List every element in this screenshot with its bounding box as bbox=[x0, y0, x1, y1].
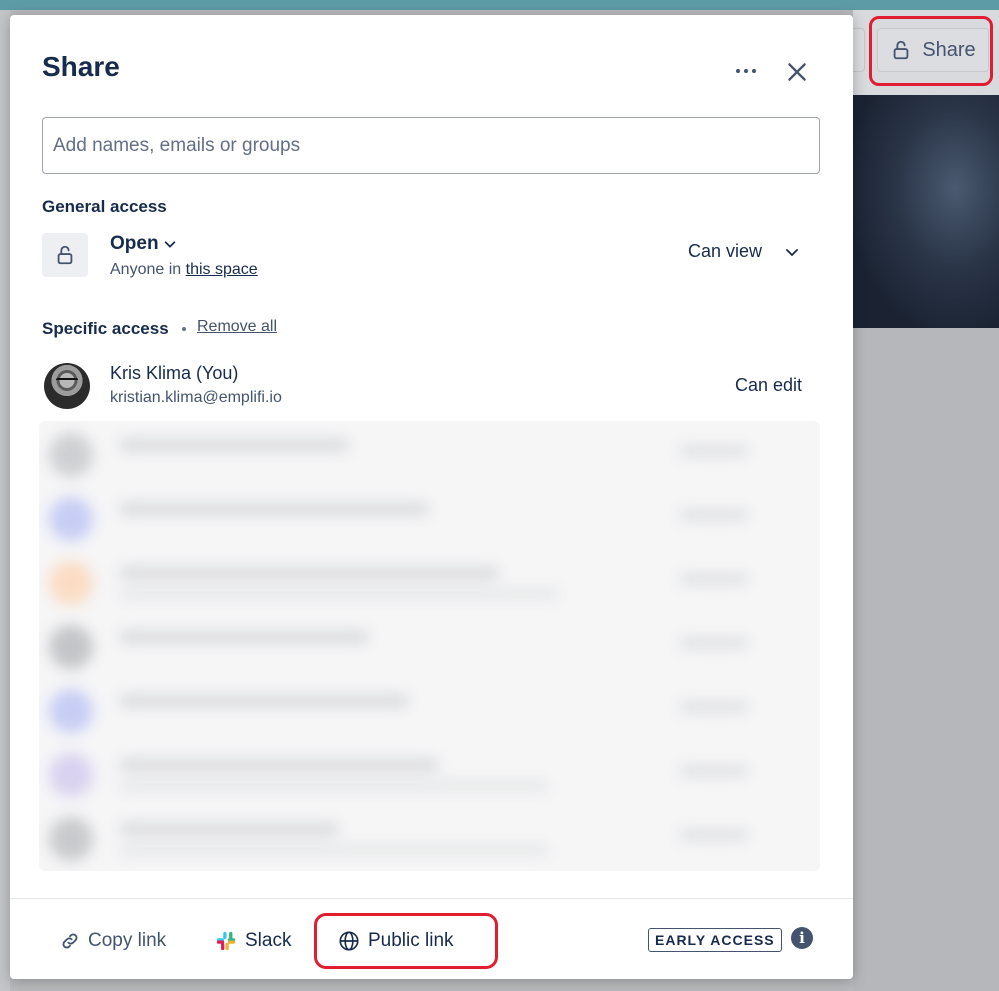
close-icon[interactable] bbox=[784, 59, 810, 85]
access-description: Anyone in this space bbox=[110, 261, 258, 279]
background-page-area bbox=[853, 328, 999, 991]
slack-share-button[interactable]: Slack bbox=[215, 925, 291, 957]
link-icon bbox=[62, 933, 78, 949]
specific-access-heading: Specific access bbox=[42, 319, 169, 338]
copy-link-button[interactable]: Copy link bbox=[60, 925, 166, 957]
share-dialog: Share General access Open Anyone in this… bbox=[10, 15, 853, 979]
slack-label: Slack bbox=[245, 930, 292, 951]
chevron-down-icon bbox=[786, 248, 798, 256]
list-item bbox=[39, 681, 820, 745]
general-permission-dropdown[interactable]: Can view bbox=[688, 241, 800, 262]
share-button-label: Share bbox=[922, 38, 976, 61]
info-icon[interactable]: i bbox=[791, 927, 813, 949]
blurred-user-list bbox=[39, 421, 820, 871]
access-description-prefix: Anyone in bbox=[110, 261, 182, 278]
background-toolbar-edge bbox=[853, 28, 865, 72]
slack-icon bbox=[216, 931, 236, 951]
list-item bbox=[39, 553, 820, 617]
public-link-button[interactable]: Public link bbox=[338, 925, 454, 957]
user-name: Kris Klima (You) bbox=[110, 363, 239, 383]
chevron-down-icon bbox=[164, 241, 175, 248]
unlock-icon bbox=[893, 40, 909, 60]
public-link-label: Public link bbox=[368, 930, 454, 951]
separator-dot bbox=[182, 327, 186, 331]
footer-divider bbox=[10, 898, 853, 899]
background-left-edge bbox=[0, 10, 10, 991]
background-cover-image bbox=[853, 95, 999, 328]
early-access-badge: EARLY ACCESS bbox=[648, 928, 782, 952]
access-level-label: Open bbox=[110, 233, 159, 254]
list-item bbox=[39, 809, 820, 871]
more-options-icon[interactable] bbox=[730, 63, 762, 79]
share-button[interactable]: Share bbox=[877, 28, 989, 72]
access-level-icon-box bbox=[42, 233, 88, 277]
list-item bbox=[39, 617, 820, 681]
list-item bbox=[39, 489, 820, 553]
this-space-link[interactable]: this space bbox=[186, 261, 258, 278]
dialog-title: Share bbox=[42, 51, 120, 82]
unlock-icon bbox=[57, 245, 73, 265]
list-item bbox=[39, 425, 820, 489]
add-people-input[interactable] bbox=[42, 117, 820, 174]
app-top-strip bbox=[0, 0, 999, 10]
general-access-heading: General access bbox=[42, 197, 167, 216]
general-permission-label: Can view bbox=[688, 241, 763, 261]
user-email: kristian.klima@emplifi.io bbox=[110, 389, 282, 406]
list-item bbox=[39, 745, 820, 809]
copy-link-label: Copy link bbox=[88, 930, 167, 951]
user-permission: Can edit bbox=[735, 375, 803, 395]
remove-all-link[interactable]: Remove all bbox=[197, 318, 277, 336]
access-level-dropdown[interactable]: Open bbox=[110, 233, 177, 255]
globe-icon bbox=[339, 931, 359, 951]
avatar bbox=[44, 363, 90, 409]
